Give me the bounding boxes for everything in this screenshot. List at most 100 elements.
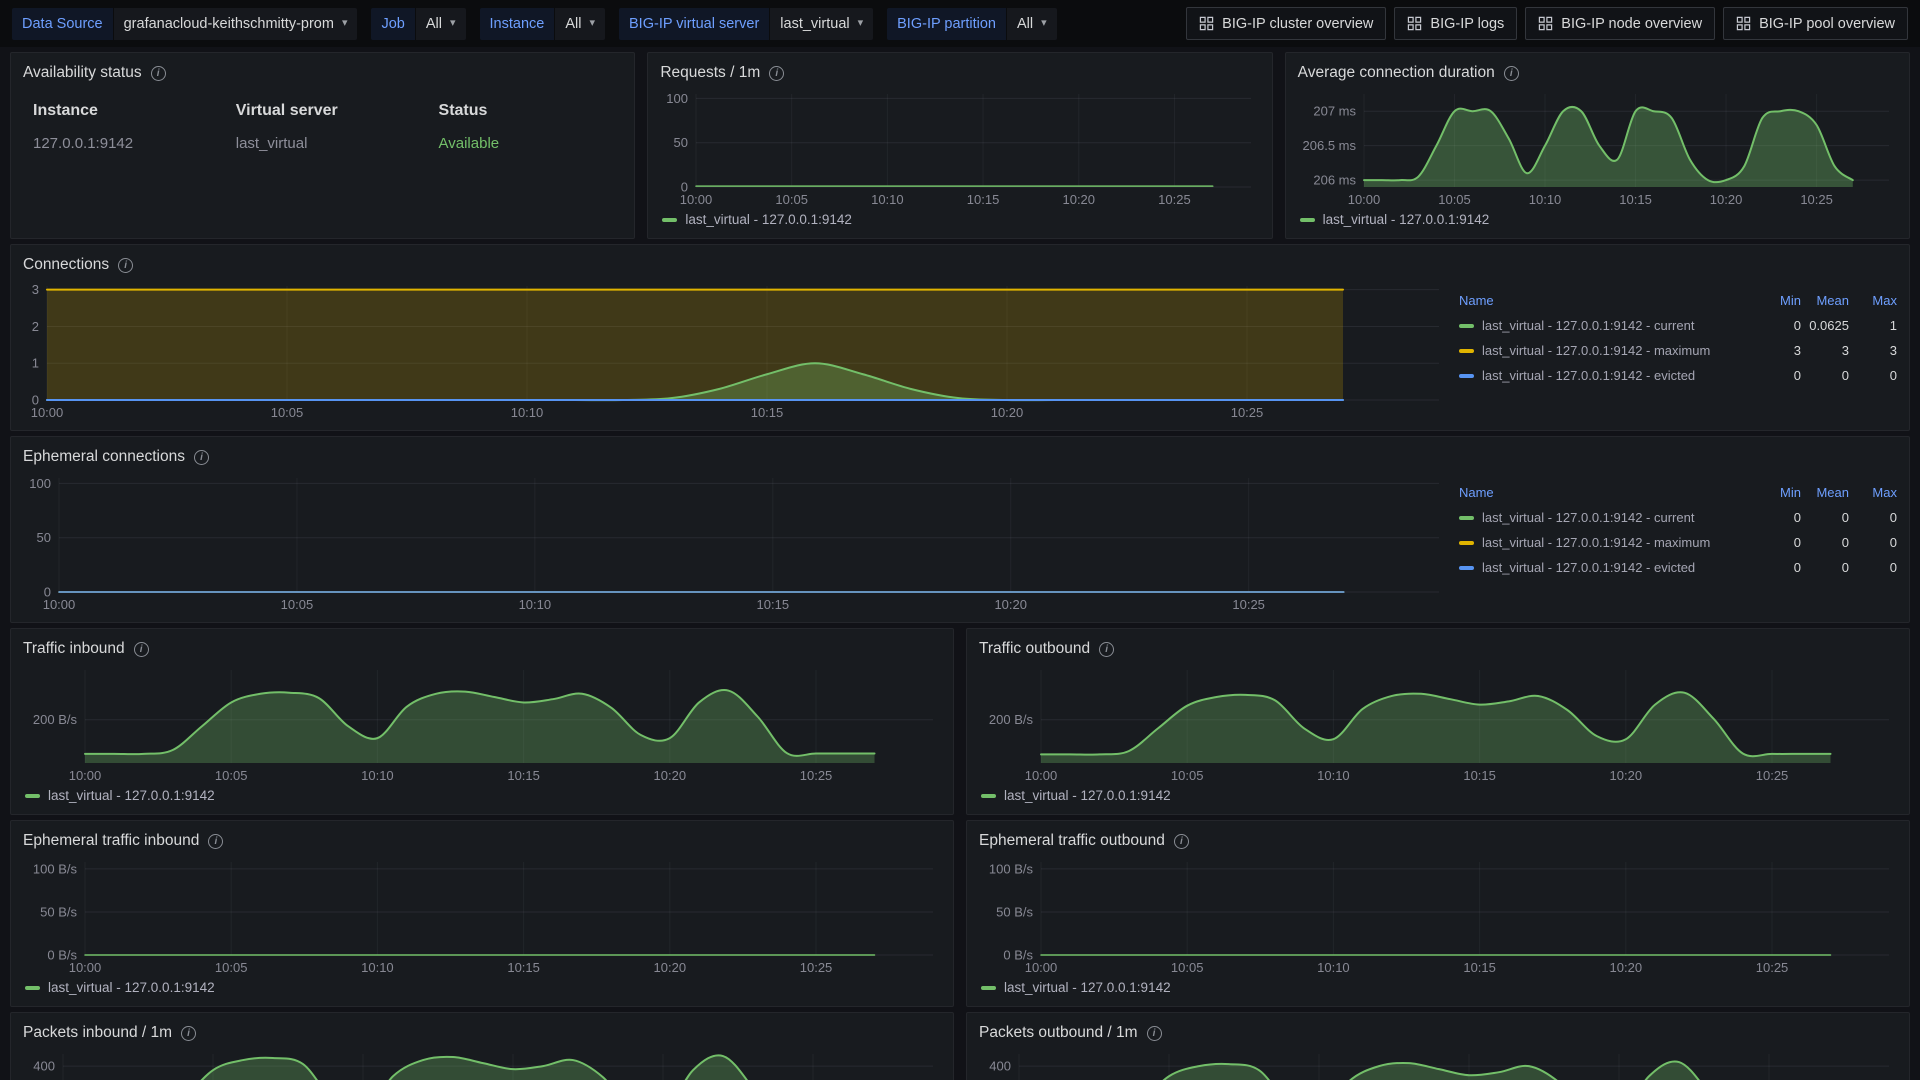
- col-header-virtual-server[interactable]: Virtual server: [236, 102, 439, 120]
- legend-series[interactable]: last_virtual - 127.0.0.1:9142 - maximum: [1459, 535, 1753, 550]
- packets-outbound-chart[interactable]: 10:0010:0510:1010:1510:2010:25400: [979, 1046, 1897, 1080]
- panel-header[interactable]: Packets inbound / 1m i: [23, 1020, 941, 1046]
- legend-min: 0: [1753, 368, 1801, 383]
- legend-col-min[interactable]: Min: [1753, 293, 1801, 308]
- avg-connection-duration-chart[interactable]: 10:0010:0510:1010:1510:2010:25206 ms206.…: [1298, 86, 1897, 209]
- nav-bigip-node-overview[interactable]: BIG-IP node overview: [1525, 7, 1715, 40]
- var-data-source-value[interactable]: grafanacloud-keithschmitty-prom ▾: [114, 8, 358, 40]
- legend-mean: 0: [1801, 510, 1849, 525]
- info-icon[interactable]: i: [1147, 1026, 1162, 1041]
- series-swatch: [981, 794, 996, 798]
- legend-table: Name Min Mean Max last_virtual - 127.0.0…: [1447, 470, 1897, 614]
- panel-header[interactable]: Average connection duration i: [1298, 60, 1897, 86]
- panel-title: Ephemeral traffic inbound: [23, 832, 199, 850]
- panel-title: Traffic outbound: [979, 640, 1090, 658]
- var-data-source-label: Data Source: [12, 8, 113, 40]
- svg-text:10:15: 10:15: [1463, 768, 1496, 783]
- panel-header[interactable]: Ephemeral connections i: [23, 444, 1897, 470]
- chevron-down-icon: ▾: [1041, 18, 1047, 29]
- legend-row-maximum: last_virtual - 127.0.0.1:9142 - maximum …: [1459, 530, 1897, 555]
- svg-text:10:10: 10:10: [519, 597, 552, 612]
- legend-item[interactable]: last_virtual - 127.0.0.1:9142: [23, 785, 941, 806]
- panel-header[interactable]: Availability status i: [23, 60, 622, 86]
- legend-item[interactable]: last_virtual - 127.0.0.1:9142: [660, 209, 1259, 230]
- cell-virtual-server: last_virtual: [236, 135, 439, 152]
- legend-col-min[interactable]: Min: [1753, 485, 1801, 500]
- svg-text:1: 1: [32, 356, 39, 371]
- legend-series[interactable]: last_virtual - 127.0.0.1:9142 - evicted: [1459, 560, 1753, 575]
- legend-col-mean[interactable]: Mean: [1801, 485, 1849, 500]
- info-icon[interactable]: i: [151, 66, 166, 81]
- legend-item[interactable]: last_virtual - 127.0.0.1:9142: [23, 977, 941, 998]
- legend-series[interactable]: last_virtual - 127.0.0.1:9142 - maximum: [1459, 343, 1753, 358]
- packets-inbound-chart[interactable]: 10:0010:0510:1010:1510:2010:25400: [23, 1046, 941, 1080]
- svg-text:100 B/s: 100 B/s: [33, 861, 78, 876]
- svg-text:10:00: 10:00: [69, 768, 102, 783]
- info-icon[interactable]: i: [1174, 834, 1189, 849]
- legend-series[interactable]: last_virtual - 127.0.0.1:9142 - current: [1459, 318, 1753, 333]
- info-icon[interactable]: i: [194, 450, 209, 465]
- svg-text:10:25: 10:25: [800, 768, 833, 783]
- info-icon[interactable]: i: [181, 1026, 196, 1041]
- info-icon[interactable]: i: [769, 66, 784, 81]
- panel-header[interactable]: Traffic inbound i: [23, 636, 941, 662]
- panel-title: Packets inbound / 1m: [23, 1024, 172, 1042]
- legend-item[interactable]: last_virtual - 127.0.0.1:9142: [979, 977, 1897, 998]
- ephemeral-traffic-inbound-chart[interactable]: 10:0010:0510:1010:1510:2010:250 B/s50 B/…: [23, 854, 941, 977]
- grid-icon: [1407, 16, 1422, 31]
- var-instance-value[interactable]: All ▾: [555, 8, 605, 40]
- info-icon[interactable]: i: [134, 642, 149, 657]
- svg-text:100 B/s: 100 B/s: [989, 861, 1034, 876]
- svg-text:206.5 ms: 206.5 ms: [1302, 138, 1356, 153]
- dashboard-grid: Availability status i Instance Virtual s…: [0, 47, 1920, 1080]
- svg-text:400: 400: [33, 1059, 55, 1074]
- svg-text:10:25: 10:25: [1756, 960, 1789, 975]
- svg-text:10:20: 10:20: [654, 768, 687, 783]
- chevron-down-icon: ▾: [450, 18, 456, 29]
- legend-col-mean[interactable]: Mean: [1801, 293, 1849, 308]
- panel-header[interactable]: Ephemeral traffic inbound i: [23, 828, 941, 854]
- connections-chart[interactable]: 10:0010:0510:1010:1510:2010:250123: [23, 278, 1447, 422]
- col-header-status[interactable]: Status: [439, 102, 613, 120]
- series-swatch: [1459, 541, 1474, 545]
- panel-title: Packets outbound / 1m: [979, 1024, 1138, 1042]
- panel-header[interactable]: Traffic outbound i: [979, 636, 1897, 662]
- info-icon[interactable]: i: [208, 834, 223, 849]
- nav-bigip-pool-overview[interactable]: BIG-IP pool overview: [1723, 7, 1908, 40]
- legend-col-max[interactable]: Max: [1849, 293, 1897, 308]
- legend-col-name[interactable]: Name: [1459, 293, 1753, 308]
- legend-item[interactable]: last_virtual - 127.0.0.1:9142: [1298, 209, 1897, 230]
- svg-text:10:10: 10:10: [1317, 768, 1350, 783]
- svg-text:0 B/s: 0 B/s: [47, 948, 77, 963]
- info-icon[interactable]: i: [1504, 66, 1519, 81]
- traffic-outbound-chart[interactable]: 10:0010:0510:1010:1510:2010:25200 B/s: [979, 662, 1897, 785]
- panel-avg-connection-duration: Average connection duration i 10:0010:05…: [1285, 52, 1910, 239]
- var-bigip-virtual-server-value[interactable]: last_virtual ▾: [770, 8, 873, 40]
- panel-header[interactable]: Requests / 1m i: [660, 60, 1259, 86]
- ephemeral-connections-chart[interactable]: 10:0010:0510:1010:1510:2010:25050100: [23, 470, 1447, 614]
- col-header-instance[interactable]: Instance: [33, 102, 236, 120]
- panel-header[interactable]: Connections i: [23, 252, 1897, 278]
- legend-item[interactable]: last_virtual - 127.0.0.1:9142: [979, 785, 1897, 806]
- nav-bigip-cluster-overview[interactable]: BIG-IP cluster overview: [1186, 7, 1386, 40]
- legend-series[interactable]: last_virtual - 127.0.0.1:9142 - evicted: [1459, 368, 1753, 383]
- var-job-value[interactable]: All ▾: [416, 8, 466, 40]
- traffic-inbound-chart[interactable]: 10:0010:0510:1010:1510:2010:25200 B/s: [23, 662, 941, 785]
- legend-series[interactable]: last_virtual - 127.0.0.1:9142 - current: [1459, 510, 1753, 525]
- legend-row-maximum: last_virtual - 127.0.0.1:9142 - maximum …: [1459, 338, 1897, 363]
- legend-col-name[interactable]: Name: [1459, 485, 1753, 500]
- svg-text:10:05: 10:05: [1438, 192, 1471, 207]
- legend-col-max[interactable]: Max: [1849, 485, 1897, 500]
- panel-title: Requests / 1m: [660, 64, 760, 82]
- ephemeral-traffic-outbound-chart[interactable]: 10:0010:0510:1010:1510:2010:250 B/s50 B/…: [979, 854, 1897, 977]
- legend-label: last_virtual - 127.0.0.1:9142: [685, 212, 852, 227]
- panel-header[interactable]: Packets outbound / 1m i: [979, 1020, 1897, 1046]
- svg-text:10:10: 10:10: [361, 960, 394, 975]
- requests-chart[interactable]: 10:0010:0510:1010:1510:2010:25050100: [660, 86, 1259, 209]
- nav-bigip-logs[interactable]: BIG-IP logs: [1394, 7, 1517, 40]
- var-bigip-partition-value[interactable]: All ▾: [1007, 8, 1057, 40]
- info-icon[interactable]: i: [1099, 642, 1114, 657]
- panel-header[interactable]: Ephemeral traffic outbound i: [979, 828, 1897, 854]
- info-icon[interactable]: i: [118, 258, 133, 273]
- series-swatch: [1459, 516, 1474, 520]
